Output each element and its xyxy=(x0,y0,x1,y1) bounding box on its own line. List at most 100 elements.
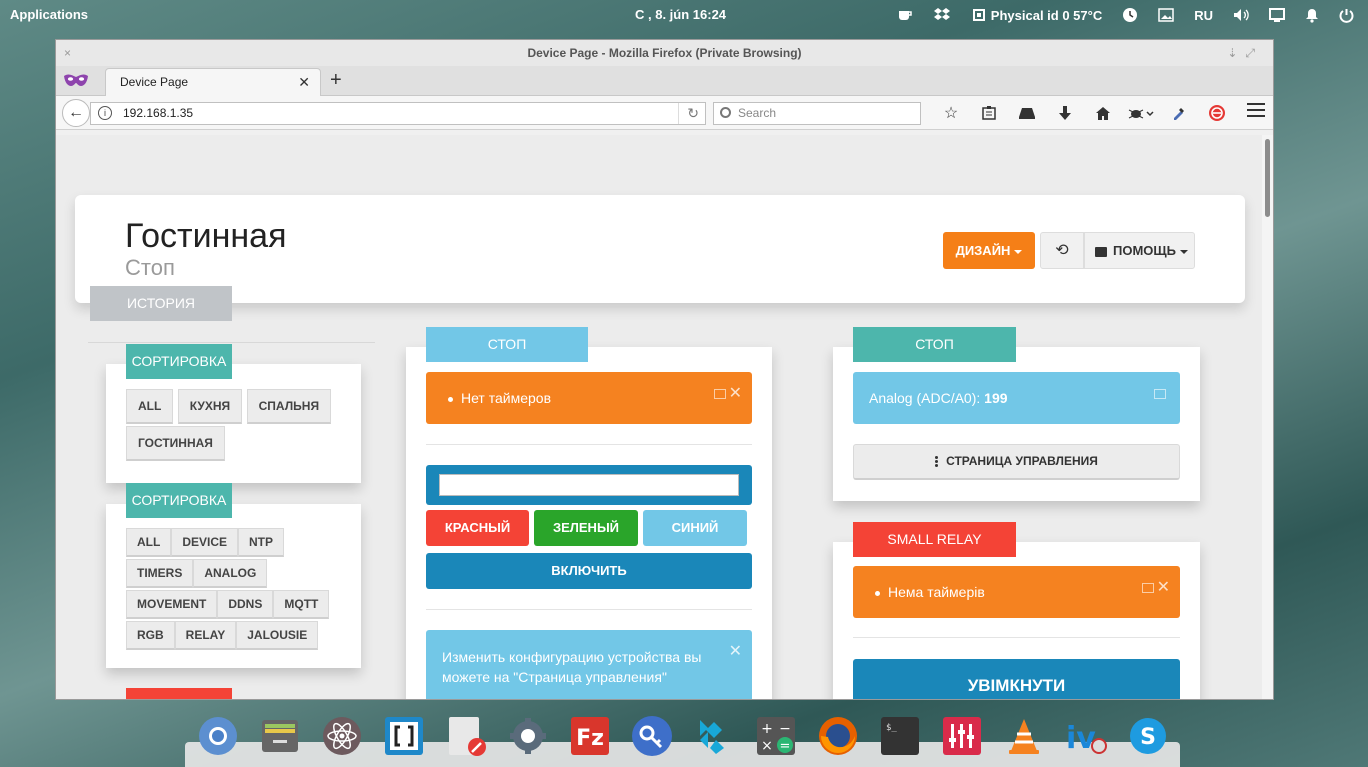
dropbox-icon[interactable] xyxy=(933,4,951,26)
bullet-icon xyxy=(875,590,880,596)
stop-tag: СТОП xyxy=(426,327,588,362)
refresh-button[interactable]: ⟲ xyxy=(1040,232,1084,269)
filter-chip[interactable]: MOVEMENT xyxy=(126,590,218,619)
window-controls[interactable]: ⇣⤢ xyxy=(1227,40,1263,66)
back-button[interactable]: ← xyxy=(62,99,90,127)
window-icon[interactable] xyxy=(1154,389,1166,399)
color-input[interactable] xyxy=(439,474,739,496)
sort-panel-rooms: ALL КУХНЯ СПАЛЬНЯ ГОСТИННАЯ xyxy=(106,364,361,483)
mixer-icon[interactable] xyxy=(940,714,984,758)
text-editor-icon[interactable] xyxy=(444,714,488,758)
filter-chip[interactable]: КУХНЯ xyxy=(177,389,243,424)
vlc-icon[interactable] xyxy=(1002,714,1046,758)
page-viewport: Гостинная Стоп ДИЗАЙН ⟲ ПОМОЩЬ ИСТОРИЯ A… xyxy=(56,135,1264,699)
hamburger-menu-icon[interactable] xyxy=(1247,103,1265,121)
power-icon[interactable] xyxy=(1339,4,1354,26)
url-bar[interactable]: i 192.168.1.35 ↻ xyxy=(90,102,706,125)
image-icon[interactable] xyxy=(1158,4,1174,26)
filter-chip[interactable]: ALL xyxy=(126,528,172,557)
filter-chip[interactable]: TIMERS xyxy=(126,559,194,588)
applications-menu[interactable]: Applications xyxy=(10,7,88,22)
reload-icon[interactable]: ↻ xyxy=(678,103,699,124)
filter-chip[interactable]: СПАЛЬНЯ xyxy=(246,389,332,424)
vertical-scrollbar[interactable] xyxy=(1262,135,1273,699)
downloads-icon[interactable] xyxy=(1046,96,1084,130)
filter-chip[interactable]: RGB xyxy=(126,621,175,650)
filter-chip[interactable]: ANALOG xyxy=(193,559,268,588)
relay-timers-alert: Нема таймерів ✕ xyxy=(853,566,1180,618)
volume-icon[interactable] xyxy=(1233,4,1249,26)
files-icon[interactable] xyxy=(258,714,302,758)
history-tab[interactable]: ИСТОРИЯ xyxy=(90,286,232,321)
brackets-icon[interactable] xyxy=(382,714,426,758)
svg-text:S: S xyxy=(1140,725,1156,750)
ivy-icon[interactable]: iv xyxy=(1064,714,1108,758)
notifications-icon[interactable] xyxy=(1305,4,1319,26)
atom-icon[interactable] xyxy=(320,714,364,758)
url-text: 192.168.1.35 xyxy=(123,106,194,120)
keyboard-layout[interactable]: RU xyxy=(1194,4,1213,26)
new-tab-icon[interactable]: + xyxy=(330,69,342,92)
extension-bug-icon[interactable] xyxy=(1122,96,1160,130)
pocket-icon[interactable] xyxy=(1008,96,1046,130)
timer-icon[interactable] xyxy=(1122,4,1138,26)
window-icon[interactable] xyxy=(714,389,726,399)
clock[interactable]: C , 8. jún 16:24 xyxy=(635,7,726,22)
close-tab-icon[interactable]: ✕ xyxy=(298,69,310,95)
close-icon[interactable]: ✕ xyxy=(1157,566,1170,610)
svg-text:=: = xyxy=(780,739,791,754)
comment-icon xyxy=(1095,246,1107,257)
stop-tag: СТОП xyxy=(853,327,1016,362)
filter-chip[interactable]: DEVICE xyxy=(171,528,239,557)
tab-device-page[interactable]: Device Page ✕ xyxy=(105,68,321,96)
filter-chip[interactable]: MQTT xyxy=(273,590,330,619)
filezilla-icon[interactable]: Fz xyxy=(568,714,612,758)
window-icon[interactable] xyxy=(1142,583,1154,593)
config-info-alert: Изменить конфигурацию устройства вы може… xyxy=(426,630,752,699)
svg-text:−: − xyxy=(779,721,791,737)
color-picker-box xyxy=(426,465,752,505)
close-icon[interactable]: ✕ xyxy=(729,372,742,416)
search-input[interactable]: Search xyxy=(713,102,921,125)
filter-chip[interactable]: RELAY xyxy=(174,621,237,650)
window-close-icon[interactable]: × xyxy=(64,40,71,66)
filter-chip[interactable]: ALL xyxy=(126,389,174,424)
calculator-icon[interactable]: + − × = xyxy=(754,714,798,758)
relay-on-button[interactable]: УВІМКНУТИ xyxy=(853,659,1180,699)
cpu-sensor-icon[interactable]: Physical id 0 57°C xyxy=(971,4,1102,26)
device-header-card: Гостинная Стоп ДИЗАЙН ⟲ ПОМОЩЬ xyxy=(75,195,1245,303)
settings-icon[interactable] xyxy=(506,714,550,758)
filter-chip[interactable]: NTP xyxy=(238,528,285,557)
bookmark-star-icon[interactable]: ☆ xyxy=(932,96,970,130)
skype-icon[interactable]: S xyxy=(1126,714,1170,758)
close-icon[interactable]: ✕ xyxy=(729,642,742,662)
display-icon[interactable] xyxy=(1269,4,1285,26)
filter-chip[interactable]: DDNS xyxy=(217,590,274,619)
red-tag-partial xyxy=(126,688,232,699)
firefox-icon[interactable] xyxy=(816,714,860,758)
filter-chip[interactable]: JALOUSIE xyxy=(236,621,319,650)
terminal-icon[interactable]: $_ xyxy=(878,714,922,758)
keys-icon[interactable] xyxy=(630,714,674,758)
cup-icon[interactable] xyxy=(897,4,913,26)
blue-button[interactable]: СИНИЙ xyxy=(643,510,747,546)
turn-on-button[interactable]: ВКЛЮЧИТЬ xyxy=(426,553,752,589)
control-page-button[interactable]: СТРАНИЦА УПРАВЛЕНИЯ xyxy=(853,444,1180,480)
filter-chip[interactable]: ГОСТИННАЯ xyxy=(126,426,225,461)
system-tray: Physical id 0 57°C RU xyxy=(877,4,1354,26)
home-icon[interactable] xyxy=(1084,96,1122,130)
kodi-icon[interactable] xyxy=(692,714,736,758)
scrollbar-thumb[interactable] xyxy=(1265,139,1270,217)
help-dropdown-button[interactable]: ПОМОЩЬ xyxy=(1084,232,1195,269)
eyedropper-icon[interactable] xyxy=(1160,96,1198,130)
system-top-panel: Applications C , 8. jún 16:24 Physical i… xyxy=(0,0,1368,29)
refresh-icon: ⟲ xyxy=(1055,242,1069,259)
green-button[interactable]: ЗЕЛЕНЫЙ xyxy=(534,510,638,546)
chromium-icon[interactable] xyxy=(196,714,240,758)
window-titlebar[interactable]: × Device Page - Mozilla Firefox (Private… xyxy=(56,40,1273,66)
adblock-icon[interactable] xyxy=(1198,96,1236,130)
reading-list-icon[interactable] xyxy=(970,96,1008,130)
site-info-icon[interactable]: i xyxy=(98,106,112,120)
red-button[interactable]: КРАСНЫЙ xyxy=(426,510,529,546)
design-dropdown-button[interactable]: ДИЗАЙН xyxy=(943,232,1035,269)
